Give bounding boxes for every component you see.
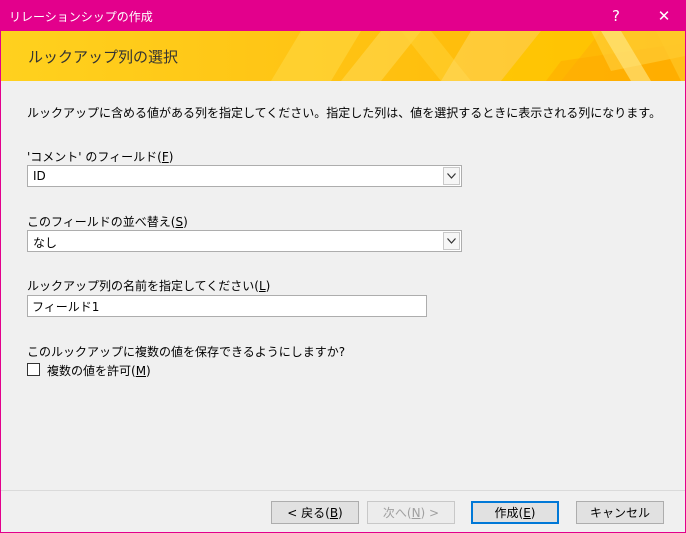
sort-select-label-text: このフィールドの並べ替え( — [27, 215, 176, 229]
close-button[interactable]: ✕ — [641, 1, 686, 31]
chevron-down-icon[interactable] — [443, 167, 460, 185]
sort-select-label: このフィールドの並べ替え(S) — [27, 213, 188, 230]
sort-select-value: なし — [33, 236, 58, 250]
next-button-accesskey: N — [411, 505, 421, 520]
page-heading: ルックアップ列の選択 — [28, 48, 179, 66]
multi-values-question: このルックアップに複数の値を保存できるようにしますか? — [27, 345, 346, 359]
header-banner: ルックアップ列の選択 — [1, 31, 685, 81]
lookup-name-label-suffix: ) — [265, 279, 271, 293]
field-select-label-text: 'コメント' のフィールド( — [27, 150, 162, 164]
instruction-text: ルックアップに含める値がある列を指定してください。指定した列は、値を選択するとき… — [27, 106, 662, 120]
lookup-name-label: ルックアップ列の名前を指定してください(L) — [27, 277, 270, 294]
window-title: リレーションシップの作成 — [9, 9, 153, 24]
help-button[interactable]: ? — [593, 1, 639, 31]
title-bar: リレーションシップの作成 ? ✕ — [1, 1, 685, 31]
allow-multiple-label-suffix: ) — [146, 364, 151, 378]
sort-select[interactable]: なし — [27, 230, 462, 252]
create-button[interactable]: 作成(E) — [471, 501, 559, 524]
lookup-name-accesskey: L — [258, 279, 266, 293]
dialog-window: リレーションシップの作成 ? ✕ ルックアップ列の選択 ルックアップに含める値が… — [0, 0, 686, 533]
close-icon: ✕ — [657, 7, 671, 25]
cancel-button-label: キャンセル — [589, 506, 650, 520]
field-select-label-suffix: ) — [168, 150, 174, 164]
create-button-label: 作成( — [494, 506, 524, 520]
footer-divider — [1, 490, 685, 491]
lookup-name-input[interactable] — [28, 296, 426, 316]
back-button-label: < 戻る( — [287, 506, 330, 520]
lookup-name-field[interactable] — [27, 295, 427, 317]
create-button-suffix: ) — [530, 505, 536, 520]
sort-select-label-suffix: ) — [183, 215, 188, 229]
cancel-button[interactable]: キャンセル — [576, 501, 664, 524]
next-button[interactable]: 次へ(N) > — [367, 501, 455, 524]
field-select[interactable]: ID — [27, 165, 462, 187]
help-icon: ? — [612, 7, 620, 25]
lookup-name-label-text: ルックアップ列の名前を指定してください( — [27, 279, 259, 293]
allow-multiple-label[interactable]: 複数の値を許可(M) — [47, 362, 151, 379]
allow-multiple-label-text: 複数の値を許可( — [47, 364, 136, 378]
allow-multiple-accesskey: M — [135, 364, 147, 378]
next-button-suffix: ) > — [420, 505, 440, 520]
sort-select-accesskey: S — [175, 215, 184, 229]
allow-multiple-checkbox[interactable] — [27, 363, 40, 376]
back-button[interactable]: < 戻る(B) — [271, 501, 359, 524]
back-button-accesskey: B — [329, 505, 339, 520]
create-button-accesskey: E — [523, 505, 531, 520]
field-select-value: ID — [33, 169, 46, 183]
next-button-label: 次へ( — [382, 506, 412, 520]
field-select-accesskey: F — [161, 150, 169, 164]
back-button-suffix: ) — [338, 505, 343, 520]
chevron-down-icon[interactable] — [443, 232, 460, 250]
field-select-label: 'コメント' のフィールド(F) — [27, 148, 173, 165]
